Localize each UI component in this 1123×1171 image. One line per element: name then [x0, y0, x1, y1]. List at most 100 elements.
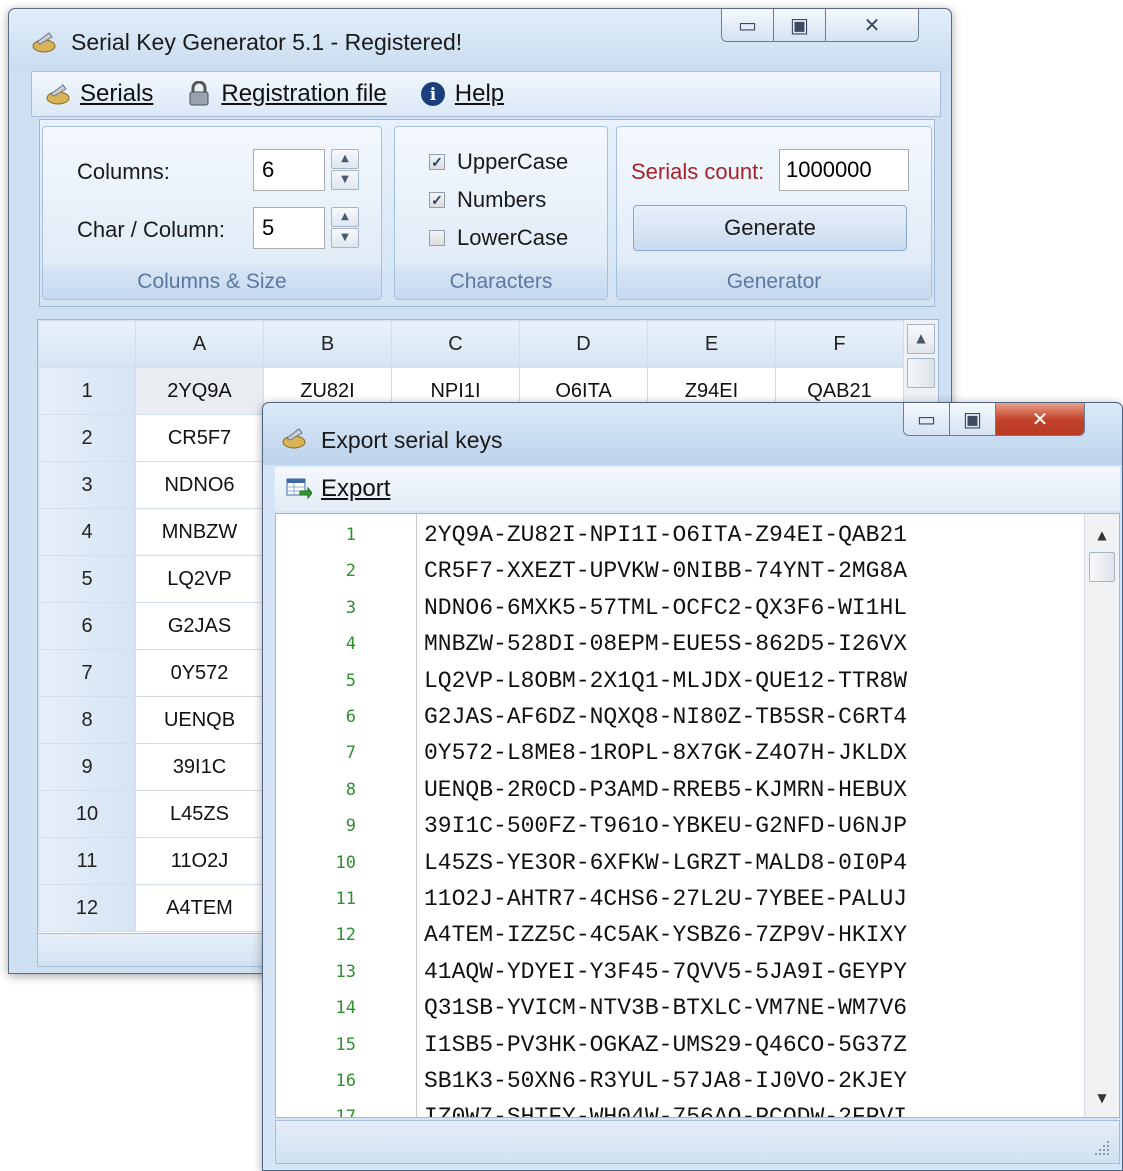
grid-cell[interactable]: 0Y572 [135, 649, 264, 697]
columns-stepper[interactable]: ▲ ▼ [253, 149, 363, 191]
line-number: 16 [335, 1071, 356, 1091]
main-titlebar[interactable]: Serial Key Generator 5.1 - Registered! ▭… [9, 9, 951, 71]
line-number: 11 [335, 889, 356, 909]
serial-key-line: 39I1C-500FZ-T961O-YBKEU-G2NFD-U6NJP [424, 813, 908, 840]
line-number: 8 [345, 779, 356, 800]
column-header[interactable]: C [391, 320, 520, 368]
serial-key-line: I1SB5-PV3HK-OGKAZ-UMS29-Q46CO-5G37Z [424, 1031, 908, 1058]
line-number: 1 [345, 525, 356, 545]
menu-registration-file[interactable]: Registration file [185, 80, 387, 108]
grid-cell[interactable]: L45ZS [135, 790, 264, 838]
group-label-columns-size: Columns & Size [43, 265, 381, 299]
columns-input[interactable] [253, 149, 325, 191]
row-header[interactable]: 11 [38, 837, 136, 885]
row-header[interactable]: 3 [38, 461, 136, 509]
line-number: 15 [335, 1034, 356, 1055]
column-header[interactable]: E [647, 320, 776, 368]
grid-cell[interactable]: 2YQ9A [135, 367, 264, 415]
char-column-input[interactable] [253, 207, 325, 249]
grid-cell[interactable]: CR5F7 [135, 414, 264, 462]
row-header[interactable]: 6 [38, 602, 136, 650]
columns-label: Columns: [77, 159, 170, 184]
minimize-button[interactable]: ▭ [722, 9, 774, 41]
bowl-icon [281, 427, 307, 449]
close-icon: ✕ [1031, 407, 1049, 431]
menu-help[interactable]: i Help [419, 80, 504, 108]
column-header[interactable]: D [519, 320, 648, 368]
export-window: Export serial keys ▭ ▣ ✕ Export 1 2YQ9A-Z… [262, 402, 1123, 1171]
line-number: 7 [345, 743, 356, 764]
line-number: 3 [345, 597, 356, 618]
scroll-up-button[interactable]: ▲ [907, 324, 935, 354]
row-header[interactable]: 2 [38, 414, 136, 462]
export-minimize-button[interactable]: ▭ [904, 403, 950, 435]
close-icon: ✕ [863, 13, 881, 37]
serial-key-line: 41AQW-YDYEI-Y3F45-7QVV5-5JA9I-GEYPY [424, 958, 908, 985]
export-sheet-icon [285, 476, 313, 502]
serial-key-line: 11O2J-AHTR7-4CHS6-27L2U-7YBEE-PALUJ [424, 886, 908, 912]
column-header[interactable]: F [775, 320, 904, 368]
char-column-down-button[interactable]: ▼ [331, 228, 359, 248]
row-header[interactable]: 4 [38, 508, 136, 556]
uppercase-checkbox[interactable]: ✓ UpperCase [429, 149, 568, 175]
serial-key-line: G2JAS-AF6DZ-NQXQ8-NI80Z-TB5SR-C6RT4 [424, 704, 908, 730]
lowercase-checkbox[interactable]: LowerCase [429, 225, 568, 251]
generate-button[interactable]: Generate [633, 205, 907, 251]
columns-up-button[interactable]: ▲ [331, 149, 359, 169]
scroll-up-button[interactable]: ▲ [1085, 520, 1119, 550]
row-header[interactable]: 5 [38, 555, 136, 603]
export-maximize-button[interactable]: ▣ [950, 403, 996, 435]
grid-cell[interactable]: 11O2J [135, 837, 264, 885]
group-generator: Serials count: Generate Generator [616, 126, 932, 300]
grid-cell[interactable]: A4TEM [135, 884, 264, 932]
export-caption-buttons: ▭ ▣ ✕ [903, 403, 1085, 436]
serial-key-line: NDNO6-6MXK5-57TML-OCFC2-QX3F6-WI1HL [424, 594, 908, 621]
serial-key-line: 0Y572-L8ME8-1ROPL-8X7GK-Z4O7H-JKLDX [424, 740, 908, 767]
minimize-icon: ▭ [917, 407, 936, 431]
row-header[interactable]: 12 [38, 884, 136, 932]
main-menubar: Serials Registration file i Help [31, 71, 941, 117]
close-button[interactable]: ✕ [826, 9, 918, 41]
numbers-checkbox[interactable]: ✓ Numbers [429, 187, 546, 213]
grid-cell[interactable]: 39I1C [135, 743, 264, 791]
export-text-area[interactable]: 1 2YQ9A-ZU82I-NPI1I-O6ITA-Z94EI-QAB21 2 CR5… [275, 513, 1120, 1118]
menu-export[interactable]: Export [285, 475, 390, 503]
group-columns-size: Columns: ▲ ▼ Char / Column: ▲ ▼ Columns … [42, 126, 382, 300]
row-header[interactable]: 1 [38, 367, 136, 415]
grid-cell[interactable]: LQ2VP [135, 555, 264, 603]
column-header[interactable]: B [263, 320, 392, 368]
columns-down-button[interactable]: ▼ [331, 170, 359, 190]
menu-serials[interactable]: Serials [44, 80, 153, 108]
export-scrollbar[interactable]: ▲ ▼ [1084, 514, 1119, 1117]
padlock-icon [185, 81, 213, 107]
serial-key-line: IZ0W7-SHTFY-WH04W-756AO-PCODW-2FPVI [424, 1104, 908, 1118]
row-header[interactable]: 9 [38, 743, 136, 791]
serial-key-line: A4TEM-IZZ5C-4C5AK-YSBZ6-7ZP9V-HKIXY [424, 922, 908, 949]
scroll-thumb[interactable] [907, 358, 935, 388]
serials-count-input[interactable] [779, 149, 909, 191]
menu-registration-file-label: Registration file [221, 80, 387, 107]
export-titlebar[interactable]: Export serial keys ▭ ▣ ✕ [263, 403, 1122, 465]
scroll-thumb[interactable] [1089, 552, 1115, 582]
resize-grip-icon[interactable] [1093, 1139, 1111, 1157]
arrow-up-icon: ▲ [1097, 528, 1107, 542]
row-header[interactable]: 8 [38, 696, 136, 744]
grid-cell[interactable]: G2JAS [135, 602, 264, 650]
grid-cell[interactable]: UENQB [135, 696, 264, 744]
scroll-down-button[interactable]: ▼ [1085, 1083, 1119, 1113]
export-close-button[interactable]: ✕ [996, 403, 1084, 435]
info-icon: i [419, 81, 447, 107]
row-header[interactable]: 7 [38, 649, 136, 697]
char-column-up-button[interactable]: ▲ [331, 207, 359, 227]
serial-key-line: CR5F7-XXEZT-UPVKW-0NIBB-74YNT-2MG8A [424, 558, 908, 585]
grid-cell[interactable]: NDNO6 [135, 461, 264, 509]
maximize-button[interactable]: ▣ [774, 9, 826, 41]
char-column-stepper[interactable]: ▲ ▼ [253, 207, 363, 249]
arrow-up-icon: ▲ [916, 331, 926, 345]
serial-key-line: LQ2VP-L8OBM-2X1Q1-MLJDX-QUE12-TTR8W [424, 667, 908, 694]
export-statusbar [275, 1120, 1120, 1164]
serial-key-line: Q31SB-YVICM-NTV3B-BTXLC-VM7NE-WM7V6 [424, 995, 908, 1022]
row-header[interactable]: 10 [38, 790, 136, 838]
grid-cell[interactable]: MNBZW [135, 508, 264, 556]
column-header[interactable]: A [135, 320, 264, 368]
